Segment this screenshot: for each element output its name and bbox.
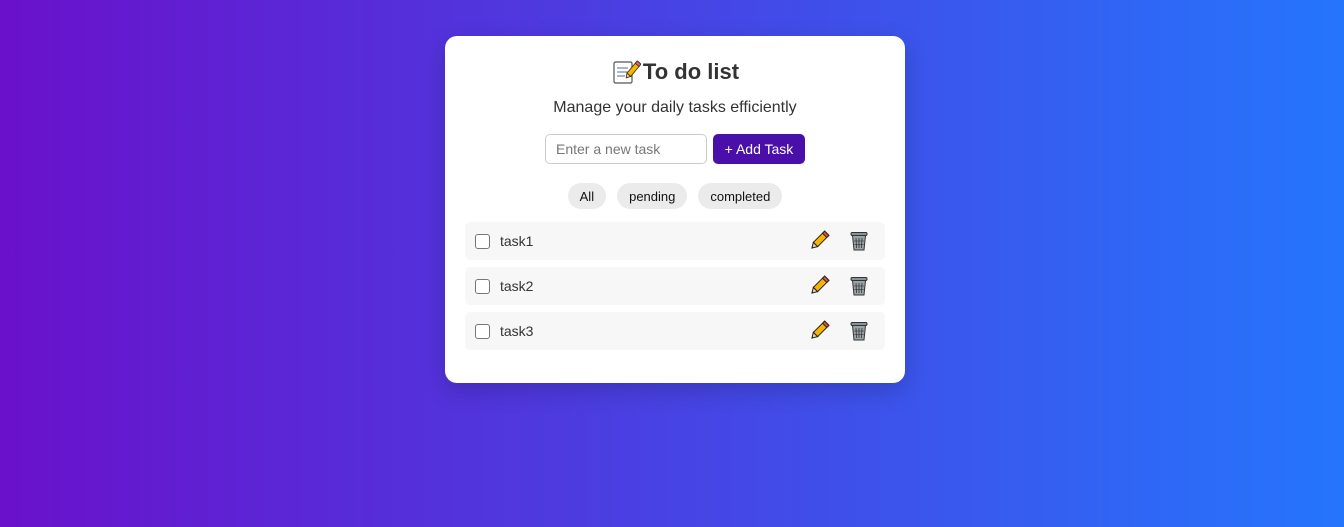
trash-icon[interactable]	[848, 275, 870, 297]
title-row: To do list	[465, 58, 885, 86]
task-text: task1	[500, 233, 534, 249]
task-input[interactable]	[545, 134, 707, 164]
filter-completed-button[interactable]: completed	[698, 183, 783, 209]
pencil-icon[interactable]	[808, 320, 830, 342]
task-checkbox[interactable]	[475, 323, 490, 339]
add-task-row: + Add Task	[465, 134, 885, 164]
task-item: task1	[465, 222, 885, 260]
task-checkbox[interactable]	[475, 278, 490, 294]
add-task-button[interactable]: + Add Task	[713, 134, 805, 164]
task-item: task3	[465, 312, 885, 350]
task-list: task1 task2 task3	[465, 222, 885, 350]
pencil-icon[interactable]	[808, 230, 830, 252]
task-text: task2	[500, 278, 534, 294]
task-text: task3	[500, 323, 534, 339]
page-title: To do list	[642, 59, 740, 84]
todo-card: To do list Manage your daily tasks effic…	[445, 36, 905, 383]
filter-all-button[interactable]: All	[567, 183, 607, 209]
task-checkbox[interactable]	[475, 233, 490, 249]
trash-icon[interactable]	[848, 320, 870, 342]
task-item: task2	[465, 267, 885, 305]
trash-icon[interactable]	[848, 230, 870, 252]
pencil-icon[interactable]	[808, 275, 830, 297]
memo-icon	[611, 59, 642, 85]
filter-pending-button[interactable]: pending	[617, 183, 688, 209]
filter-bar: All pending completed	[465, 183, 885, 209]
page-subtitle: Manage your daily tasks efficiently	[553, 99, 797, 116]
